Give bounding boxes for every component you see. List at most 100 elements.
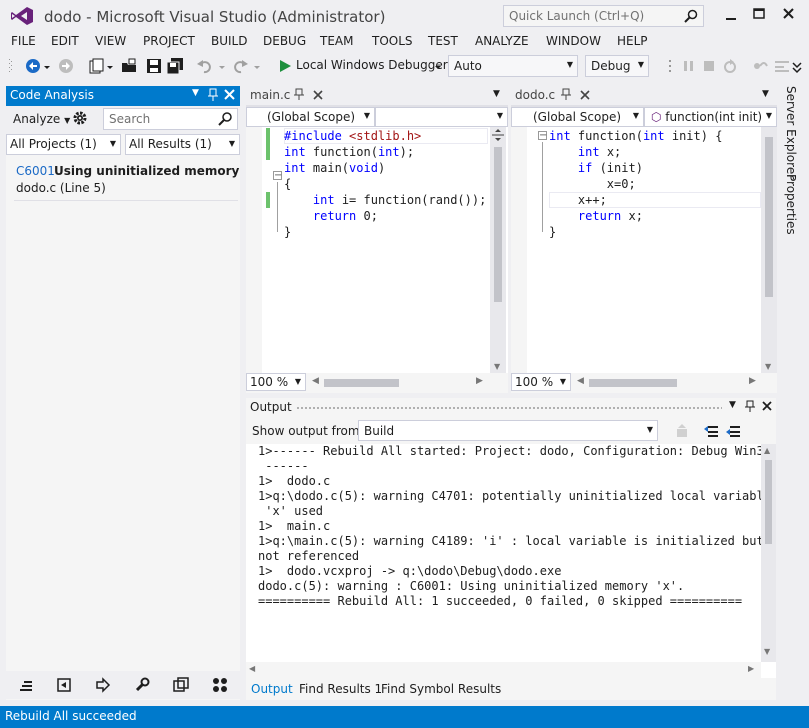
dodo-scope-combo[interactable]: (Global Scope) ▼	[511, 107, 644, 127]
solution-explorer-tab-icon[interactable]	[18, 677, 34, 693]
properties-tab[interactable]: Properties	[784, 174, 798, 235]
stop-debugging-icon[interactable]	[700, 57, 718, 75]
menu-debug[interactable]: DEBUG	[263, 34, 306, 48]
scroll-left-icon[interactable]: ◀	[312, 376, 319, 386]
debugger-label[interactable]: Local Windows Debugger	[296, 58, 448, 72]
break-all-icon[interactable]	[680, 57, 698, 75]
go-to-previous-message-icon[interactable]	[703, 423, 719, 439]
split-handle-icon[interactable]	[492, 129, 504, 141]
scroll-right-icon[interactable]: ▶	[749, 376, 756, 386]
step-into-icon[interactable]	[751, 57, 769, 75]
resource-view-tab-icon[interactable]	[173, 677, 189, 693]
output-text-area[interactable]: 1>------ Rebuild All started: Project: d…	[246, 444, 776, 678]
close-icon[interactable]	[224, 89, 235, 100]
analyze-button[interactable]: Analyze ▼	[13, 112, 70, 126]
new-project-icon[interactable]	[87, 57, 105, 75]
collapse-outline-icon[interactable]: −	[538, 131, 547, 141]
step-over-icon[interactable]	[773, 57, 791, 75]
drag-grip[interactable]	[296, 406, 722, 410]
dodo-member-combo[interactable]: ⬡ function(int init) ▼	[644, 107, 777, 127]
tab-main-c[interactable]: main.c	[246, 86, 328, 106]
dodo-c-editor[interactable]: (Global Scope) ▼ ⬡ function(int init) ▼ …	[511, 107, 777, 393]
undo-icon[interactable]	[196, 57, 214, 75]
menu-tools[interactable]: TOOLS	[372, 34, 413, 48]
redo-icon[interactable]	[231, 57, 249, 75]
open-file-icon[interactable]	[120, 57, 138, 75]
zoom-combo[interactable]: 100 % ▼	[511, 373, 571, 391]
menu-test[interactable]: TEST	[428, 34, 458, 48]
tab-find-symbol-results[interactable]: Find Symbol Results	[381, 682, 501, 696]
code-analysis-header[interactable]: Code Analysis ▼	[6, 86, 240, 106]
navigate-back-icon[interactable]	[24, 57, 42, 75]
close-icon[interactable]	[580, 90, 590, 100]
search-icon[interactable]	[217, 112, 233, 126]
tab-dodo-c[interactable]: dodo.c	[511, 86, 593, 106]
warning-location[interactable]: dodo.c (Line 5)	[16, 181, 106, 195]
menu-file[interactable]: FILE	[11, 34, 36, 48]
chevron-down-icon[interactable]: ▼	[765, 362, 771, 371]
results-filter-combo[interactable]: All Results (1) ▼	[125, 134, 240, 155]
back-dropdown-icon[interactable]	[43, 57, 51, 75]
horizontal-scrollbar-thumb[interactable]	[589, 379, 677, 387]
minimize-button[interactable]	[718, 4, 744, 26]
menu-edit[interactable]: EDIT	[51, 34, 79, 48]
vertical-scrollbar[interactable]: ▼	[490, 127, 506, 377]
close-button[interactable]	[776, 4, 802, 26]
main-c-editor[interactable]: (Global Scope) ▼ ▼ − #include <stdlib.h>…	[246, 107, 508, 393]
scrollbar-thumb[interactable]	[494, 147, 502, 302]
output-source-combo[interactable]: Build ▼	[358, 420, 658, 441]
vertical-scrollbar[interactable]: ▲ ▼	[761, 444, 776, 662]
find-message-icon[interactable]	[674, 423, 690, 439]
scroll-right-icon[interactable]: ▶	[476, 376, 483, 386]
menu-help[interactable]: HELP	[617, 34, 648, 48]
main-member-combo[interactable]: ▼	[375, 107, 508, 127]
pin-icon[interactable]	[561, 88, 572, 101]
undo-dropdown-icon[interactable]	[218, 57, 226, 75]
main-scope-combo[interactable]: (Global Scope) ▼	[246, 107, 375, 127]
scrollbar-thumb[interactable]	[765, 137, 773, 297]
horizontal-scrollbar-thumb[interactable]	[324, 379, 399, 387]
collapse-outline-icon[interactable]: −	[273, 171, 282, 181]
tab-find-results[interactable]: Find Results 1	[299, 682, 382, 696]
pin-icon[interactable]	[294, 88, 305, 101]
navigate-forward-icon[interactable]	[57, 57, 75, 75]
code-analysis-result-item[interactable]: C6001 Using uninitialized memory dodo.c …	[6, 158, 240, 202]
scroll-left-icon[interactable]: ◀	[249, 664, 255, 673]
code-analysis-search-input[interactable]: Search	[103, 108, 238, 130]
warning-code-link[interactable]: C6001	[16, 164, 55, 178]
chevron-down-icon[interactable]: ▼	[764, 647, 770, 656]
projects-filter-combo[interactable]: All Projects (1) ▼	[6, 134, 121, 155]
maximize-button[interactable]	[746, 4, 772, 26]
vertical-scrollbar[interactable]: ▼	[761, 127, 777, 377]
tab-output[interactable]: Output	[251, 682, 293, 696]
quick-launch-input[interactable]: Quick Launch (Ctrl+Q)	[503, 5, 704, 27]
server-explorer-tab[interactable]: Server Explorer	[784, 86, 798, 179]
chevron-down-icon[interactable]: ▼	[729, 400, 736, 410]
pin-icon[interactable]	[745, 400, 756, 413]
scrollbar-thumb[interactable]	[765, 460, 772, 544]
menu-build[interactable]: BUILD	[211, 34, 247, 48]
menu-window[interactable]: WINDOW	[546, 34, 601, 48]
save-icon[interactable]	[145, 57, 163, 75]
redo-dropdown-icon[interactable]	[253, 57, 261, 75]
toolbar-overflow-icon[interactable]	[792, 57, 802, 75]
settings-gear-icon[interactable]	[72, 110, 88, 126]
start-debugging-icon[interactable]	[276, 57, 294, 75]
close-icon[interactable]	[313, 90, 323, 100]
chevron-down-icon[interactable]: ▼	[762, 89, 769, 99]
menu-view[interactable]: VIEW	[95, 34, 126, 48]
configuration-combo[interactable]: Debug ▼	[585, 55, 649, 77]
menu-analyze[interactable]: ANALYZE	[475, 34, 529, 48]
restart-icon[interactable]	[721, 57, 739, 75]
pin-icon[interactable]	[207, 88, 219, 102]
debugger-dropdown-icon[interactable]	[434, 57, 442, 75]
solution-platform-combo[interactable]: Auto ▼	[448, 55, 578, 77]
property-manager-tab-icon[interactable]	[134, 677, 150, 693]
output-header[interactable]: Output ▼	[246, 398, 776, 418]
new-dropdown-icon[interactable]	[106, 57, 114, 75]
menu-project[interactable]: PROJECT	[143, 34, 195, 48]
class-view-tab-icon[interactable]	[56, 677, 72, 693]
chevron-down-icon[interactable]: ▼	[192, 88, 199, 98]
scroll-left-icon[interactable]: ◀	[577, 376, 584, 386]
chevron-down-icon[interactable]: ▼	[494, 362, 500, 371]
